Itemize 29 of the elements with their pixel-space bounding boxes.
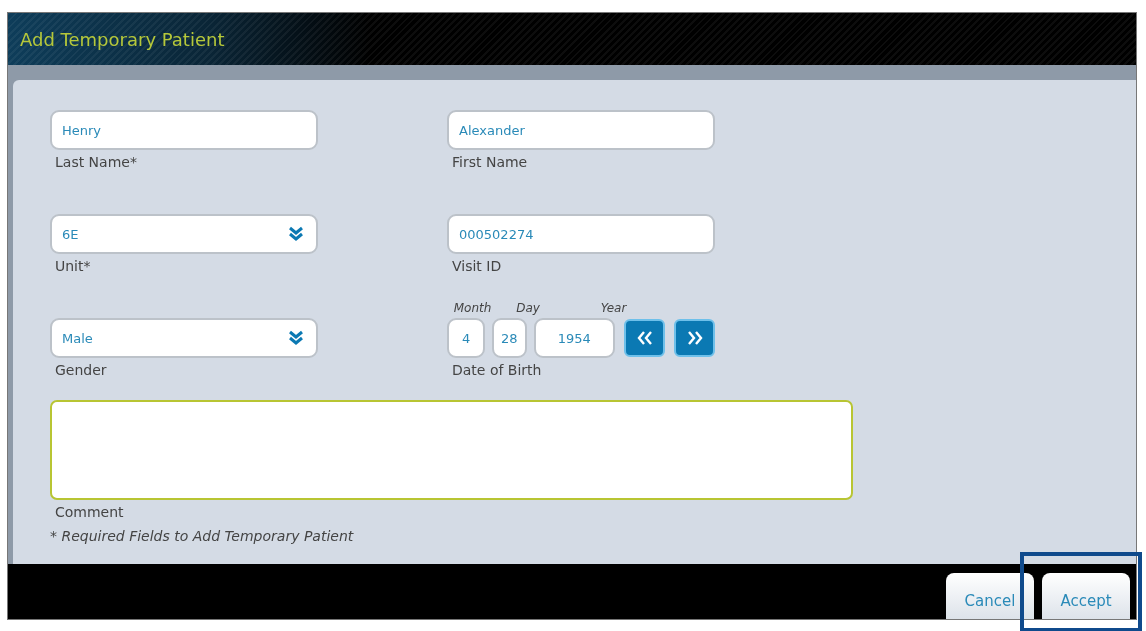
next-button[interactable] <box>674 319 715 357</box>
text-field[interactable]: Alexander <box>447 110 715 150</box>
date-caption: Year <box>599 301 628 315</box>
date-caption: Day <box>515 301 541 315</box>
text-field[interactable]: 000502274 <box>447 214 715 254</box>
field-label: Gender <box>55 362 108 378</box>
date-field[interactable]: 4 <box>447 318 486 358</box>
field-label: Unit* <box>55 258 92 274</box>
field-label: Visit ID <box>452 258 503 274</box>
field-label: Date of Birth <box>452 362 543 378</box>
chevron-down-icon <box>288 226 304 242</box>
comment-field[interactable] <box>50 400 853 500</box>
date-field[interactable]: 1954 <box>533 318 616 358</box>
text-field[interactable]: Henry <box>50 110 318 150</box>
previous-button[interactable] <box>624 319 666 357</box>
field-label: Last Name* <box>55 154 138 170</box>
chevron-down-icon <box>288 330 304 346</box>
window-title: Add Temporary Patient <box>20 28 225 50</box>
action-button[interactable]: Cancel <box>946 573 1034 619</box>
field-label: Comment <box>55 504 125 520</box>
required-note: * Required Fields to Add Temporary Patient <box>50 528 355 544</box>
date-caption: Month <box>452 301 493 315</box>
double-chevron-left-icon <box>636 331 653 345</box>
dropdown[interactable]: Male <box>50 318 318 358</box>
date-field[interactable]: 28 <box>492 318 527 358</box>
action-button[interactable]: Accept <box>1042 573 1130 619</box>
double-chevron-right-icon <box>686 331 703 345</box>
dropdown[interactable]: 6E <box>50 214 318 254</box>
field-label: First Name <box>452 154 529 170</box>
